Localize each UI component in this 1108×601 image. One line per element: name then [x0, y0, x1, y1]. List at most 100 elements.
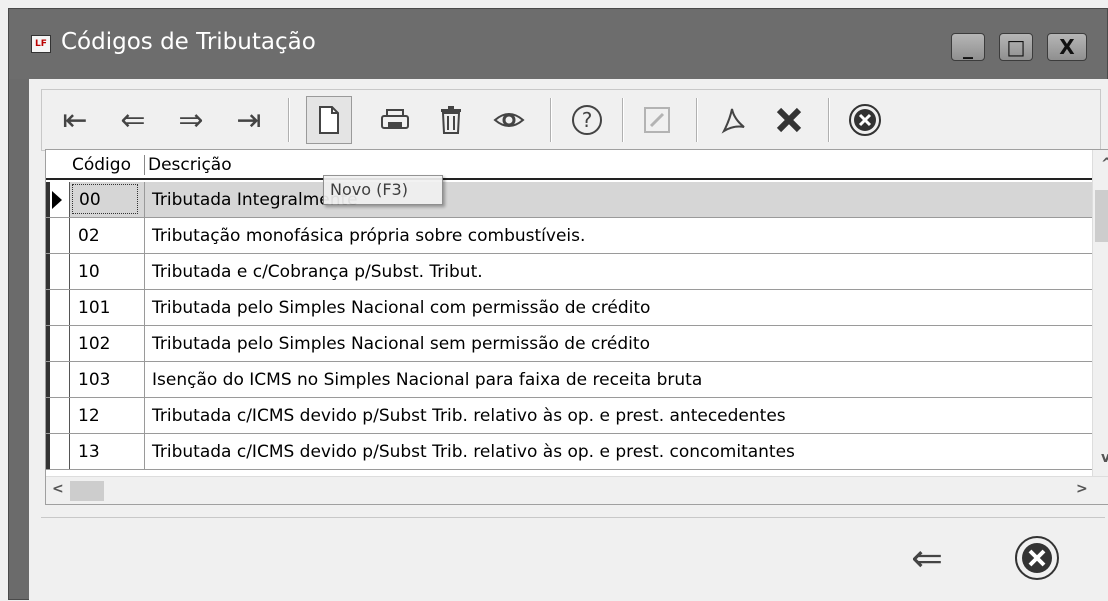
- table-row[interactable]: 10 Tributada e c/Cobrança p/Subst. Tribu…: [46, 254, 1092, 290]
- cell-description: Isenção do ICMS no Simples Nacional para…: [152, 370, 703, 390]
- table-row[interactable]: 103 Isenção do ICMS no Simples Nacional …: [46, 362, 1092, 398]
- first-record-button[interactable]: ⇤: [52, 96, 98, 144]
- close-circle-icon: [849, 104, 881, 136]
- last-record-button[interactable]: ⇥: [226, 96, 272, 144]
- close-button[interactable]: [842, 96, 888, 144]
- column-divider: [144, 182, 145, 218]
- column-divider: [144, 218, 145, 254]
- tooltip: Novo (F3): [323, 175, 443, 205]
- cell-code: 10: [78, 262, 100, 282]
- cell-code: 13: [78, 442, 100, 462]
- trash-icon: [441, 106, 461, 134]
- scroll-left-icon[interactable]: <: [52, 481, 64, 497]
- cell-code: 103: [78, 370, 111, 390]
- edit-icon: [644, 107, 670, 133]
- maximize-icon: □: [1006, 35, 1026, 59]
- minimize-icon: _: [963, 35, 973, 59]
- svg-text:?: ?: [582, 108, 593, 132]
- client-area: ⇤ ⇐ ⇒ ⇥ ? Código Descrição 00 Tributada …: [29, 79, 1108, 601]
- horizontal-scrollbar[interactable]: < >: [46, 476, 1108, 504]
- row-indicator: [46, 398, 70, 433]
- help-button[interactable]: ?: [564, 96, 610, 144]
- grid-header: Código Descrição: [46, 150, 1092, 180]
- toolbar-separator: [828, 98, 829, 142]
- cell-code: 12: [78, 406, 100, 426]
- close-circle-icon: [1015, 536, 1059, 580]
- toolbar-separator: [696, 98, 697, 142]
- last-arrow-icon: ⇥: [236, 102, 262, 138]
- right-arrow-icon: ⇒: [178, 102, 204, 138]
- toolbar-separator: [288, 98, 289, 142]
- column-divider: [144, 326, 145, 362]
- row-indicator: [46, 326, 70, 361]
- column-divider: [144, 398, 145, 434]
- row-indicator: [46, 434, 70, 469]
- cell-code: 02: [78, 226, 100, 246]
- delete-button[interactable]: [428, 96, 474, 144]
- maximize-button[interactable]: □: [999, 33, 1033, 61]
- scroll-down-icon[interactable]: v: [1101, 450, 1108, 466]
- current-row-arrow-icon: [52, 191, 62, 209]
- new-button[interactable]: [306, 96, 352, 144]
- row-indicator: [46, 182, 70, 217]
- pdf-button[interactable]: [710, 96, 756, 144]
- column-divider: [144, 362, 145, 398]
- view-button[interactable]: [486, 96, 532, 144]
- scroll-up-icon[interactable]: ^: [1101, 156, 1108, 172]
- cell-description: Tributada c/ICMS devido p/Subst Trib. re…: [152, 406, 786, 426]
- toolbar-separator: [622, 98, 623, 142]
- vertical-scrollbar[interactable]: ^ v: [1092, 150, 1108, 476]
- table-row[interactable]: 00 Tributada Integralmente: [46, 182, 1092, 218]
- table-row[interactable]: 13 Tributada c/ICMS devido p/Subst Trib.…: [46, 434, 1092, 470]
- table-row[interactable]: 02 Tributação monofásica própria sobre c…: [46, 218, 1092, 254]
- edit-button[interactable]: [634, 96, 680, 144]
- column-divider: [144, 434, 145, 470]
- help-icon: ?: [572, 105, 602, 135]
- footer-close-button[interactable]: [1009, 532, 1065, 584]
- row-indicator: [46, 290, 70, 325]
- minimize-button[interactable]: _: [951, 33, 985, 61]
- cell-code: 101: [78, 298, 111, 318]
- excel-icon: [776, 107, 802, 133]
- cell-description: Tributação monofásica própria sobre comb…: [152, 226, 586, 246]
- pdf-icon: [721, 108, 745, 134]
- table-row[interactable]: 12 Tributada c/ICMS devido p/Subst Trib.…: [46, 398, 1092, 434]
- toolbar: ⇤ ⇐ ⇒ ⇥ ?: [41, 89, 1101, 151]
- horizontal-scroll-thumb[interactable]: [70, 481, 104, 501]
- table-row[interactable]: 101 Tributada pelo Simples Nacional com …: [46, 290, 1092, 326]
- cell-description: Tributada pelo Simples Nacional sem perm…: [152, 334, 650, 354]
- title-bar[interactable]: LF Códigos de Tributação _ □ X: [9, 9, 1107, 79]
- app-window: LF Códigos de Tributação _ □ X ⇤ ⇐ ⇒ ⇥ ?…: [8, 8, 1108, 601]
- back-button[interactable]: ⇐: [899, 532, 955, 584]
- next-record-button[interactable]: ⇒: [168, 96, 214, 144]
- cell-code: 102: [78, 334, 111, 354]
- cell-description: Tributada e c/Cobrança p/Subst. Tribut.: [152, 262, 483, 282]
- window-close-button[interactable]: X: [1047, 33, 1087, 61]
- cell-description: Tributada c/ICMS devido p/Subst Trib. re…: [152, 442, 795, 462]
- printer-icon: [381, 109, 409, 129]
- cell-code: 00: [72, 184, 138, 214]
- row-indicator: [46, 254, 70, 289]
- row-indicator: [46, 218, 70, 253]
- prior-record-button[interactable]: ⇐: [110, 96, 156, 144]
- footer-bar: ⇐: [41, 517, 1105, 601]
- records-grid[interactable]: Código Descrição 00 Tributada Integralme…: [45, 149, 1108, 505]
- excel-button[interactable]: [766, 96, 812, 144]
- eye-icon: [493, 113, 525, 127]
- row-indicator: [46, 362, 70, 397]
- new-document-icon: [319, 106, 339, 134]
- toolbar-separator: [550, 98, 551, 142]
- column-header-codigo[interactable]: Código: [72, 155, 140, 175]
- left-arrow-icon: ⇐: [120, 102, 146, 138]
- vertical-scroll-thumb[interactable]: [1095, 190, 1108, 242]
- window-title: Códigos de Tributação: [61, 29, 316, 55]
- first-arrow-icon: ⇤: [62, 102, 88, 138]
- scroll-right-icon[interactable]: >: [1076, 481, 1088, 497]
- print-button[interactable]: [372, 96, 418, 144]
- cell-description: Tributada pelo Simples Nacional com perm…: [152, 298, 651, 318]
- close-icon: X: [1059, 35, 1075, 59]
- back-arrow-icon: ⇐: [911, 536, 943, 580]
- table-row[interactable]: 102 Tributada pelo Simples Nacional sem …: [46, 326, 1092, 362]
- app-logo-icon: LF: [31, 35, 51, 53]
- column-header-descricao[interactable]: Descrição: [144, 155, 232, 175]
